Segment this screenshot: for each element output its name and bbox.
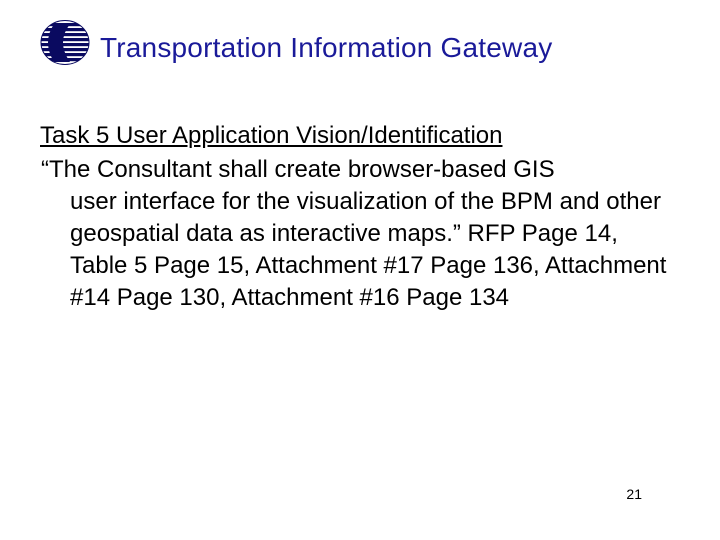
task-paragraph: “The Consultant shall create browser-bas… bbox=[40, 154, 670, 314]
paragraph-first-line: “The Consultant shall create browser-bas… bbox=[41, 156, 555, 183]
slide: Transportation Information Gateway Task … bbox=[0, 0, 720, 540]
slide-title: Transportation Information Gateway bbox=[100, 32, 552, 64]
task-heading: Task 5 User Application Vision/Identific… bbox=[40, 120, 670, 152]
slide-body: Task 5 User Application Vision/Identific… bbox=[40, 120, 670, 314]
paragraph-rest: user interface for the visualization of … bbox=[70, 188, 666, 311]
globe-logo-icon bbox=[40, 20, 90, 65]
page-number: 21 bbox=[626, 486, 642, 502]
